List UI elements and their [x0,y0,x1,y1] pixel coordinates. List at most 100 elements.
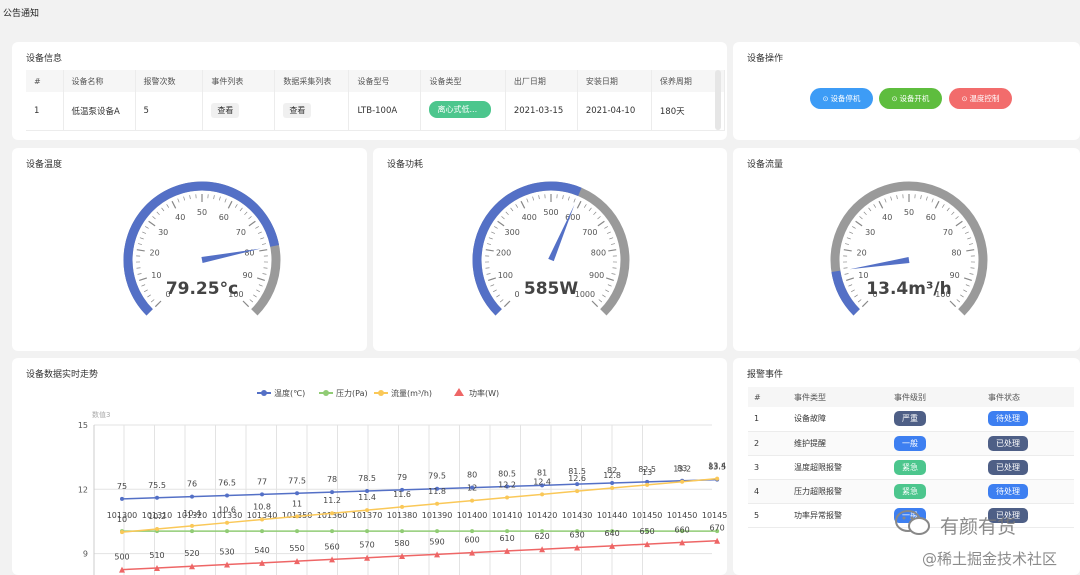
data-label: 81 [537,468,547,477]
gauge-tick [844,273,849,275]
legend-marker[interactable] [378,390,384,396]
gauge-tick [605,289,610,293]
data-label: 10.6 [218,506,236,515]
maintenance-cycle: 180天 [651,92,726,131]
data-label: 101450 [702,511,727,520]
gauge-tick [239,207,243,212]
data-label: 12 [467,484,477,493]
view-data-button[interactable]: 查看 [283,103,312,119]
table-scrollbar[interactable] [715,70,721,130]
gauge-tick [843,267,848,269]
gauge-tick [863,211,867,216]
flow-gauge: 010203040506070809010013.4m³/h [830,181,988,316]
legend-marker[interactable] [261,390,267,396]
data-point [330,529,335,534]
gauge-tick [136,267,141,269]
gauge-tick [884,198,887,203]
alarm-count: 5 [135,92,204,131]
gauge-tick [227,200,233,209]
data-label: 640 [604,529,619,538]
alarm-index: 5 [748,503,788,528]
data-point [295,491,300,496]
gauge-tick [843,249,852,252]
gauge-tick-label: 300 [505,228,520,237]
gauge-tick [855,220,863,227]
legend-label[interactable]: 压力(Pa) [336,388,368,398]
col-alarms: 报警次数 [135,70,204,92]
gauge-tick [597,216,601,220]
gauge-tick [608,249,617,252]
gauge-tick [963,289,968,293]
legend-marker[interactable] [323,390,329,396]
data-label: 11 [292,499,302,508]
gauge-tick [486,273,491,275]
gauge-tick [152,216,156,220]
legend-label[interactable]: 温度(℃) [274,388,305,398]
data-label: 590 [429,537,444,546]
gauge-tick [846,277,855,281]
gauge-tick [612,267,617,269]
data-label: 101450 [632,511,663,520]
data-point [610,481,615,486]
y-axis-name: 数值3 [92,410,110,419]
data-label: 560 [324,542,339,551]
device-ops-title: 设备操作 [747,54,784,64]
data-label: 510 [149,551,164,560]
alarm-status-tag: 待处理 [988,411,1028,427]
gauge-tick-label: 40 [175,213,185,222]
gauge-tick [177,198,180,203]
alarm-header-row: # 事件类型 事件级别 事件状态 [748,387,1074,407]
power-gauge: 01002003004005006007008009001000585W [472,181,630,316]
data-label: 101410 [492,511,523,520]
gauge-tick [262,273,267,275]
gauge-tick [965,284,970,287]
device-info-header-row: # 设备名称 报警次数 事件列表 数据采集列表 设备型号 设备类型 出厂日期 安… [26,70,726,92]
y-tick-label: 15 [78,421,88,430]
table-row: 2 维护提醒 一般 已处理 [748,431,1074,456]
view-events-button[interactable]: 查看 [211,103,240,119]
gauge-tick [496,294,500,298]
alarm-type: 维护提醒 [788,431,888,456]
data-point [470,498,475,503]
gauge-tick [257,231,262,234]
gauge-tick [249,299,254,303]
col-index: # [26,70,64,92]
table-row: 4 压力超限报警 紧急 待处理 [748,479,1074,504]
legend-label[interactable]: 功率(W) [469,388,499,398]
gauge-tick-label: 30 [158,228,168,237]
gauge-tick [896,195,898,200]
gauge-tick [145,226,149,229]
stop-device-button[interactable]: ⊙ 设备停机 [810,88,873,109]
gauge-tick [605,277,614,281]
legend-marker[interactable] [454,388,464,396]
gauge-tick [854,294,858,298]
gauge-tick-label: 400 [522,213,537,222]
start-device-button[interactable]: ⊙ 设备开机 [879,88,942,109]
gauge-tick [139,237,144,240]
gauge-tick-label: 700 [582,228,597,237]
top-bar: 公告通知 [0,0,1080,40]
data-label: 77 [257,477,267,486]
gauge-tick-label: 70 [236,228,246,237]
gauge-tick-label: 900 [589,271,604,280]
table-row: 1 低温泵设备A 5 查看 查看 LTB-100A 离心式低... 2021-0… [26,92,726,131]
install-date: 2021-04-10 [577,92,652,131]
announcement-title[interactable]: 公告通知 [3,6,39,19]
data-point [330,490,335,495]
gauge-tick [253,294,257,298]
alarm-index: 3 [748,455,788,480]
temperature-control-button[interactable]: ⊙ 温度控制 [949,88,1012,109]
gauge-tick [604,226,608,229]
gauge-tick [244,211,248,216]
alarm-index: 1 [748,407,788,432]
data-label: 11.8 [428,487,446,496]
gauge-tick [931,198,934,203]
data-label: 79.5 [428,472,446,481]
gauge-tick [955,216,959,220]
data-label: 78.5 [358,474,376,483]
data-point [190,494,195,499]
legend-label[interactable]: 流量(m³/h) [391,388,432,398]
gauge-tick [248,216,252,220]
gauge-tick [494,226,498,229]
gauge-tick [941,204,945,208]
